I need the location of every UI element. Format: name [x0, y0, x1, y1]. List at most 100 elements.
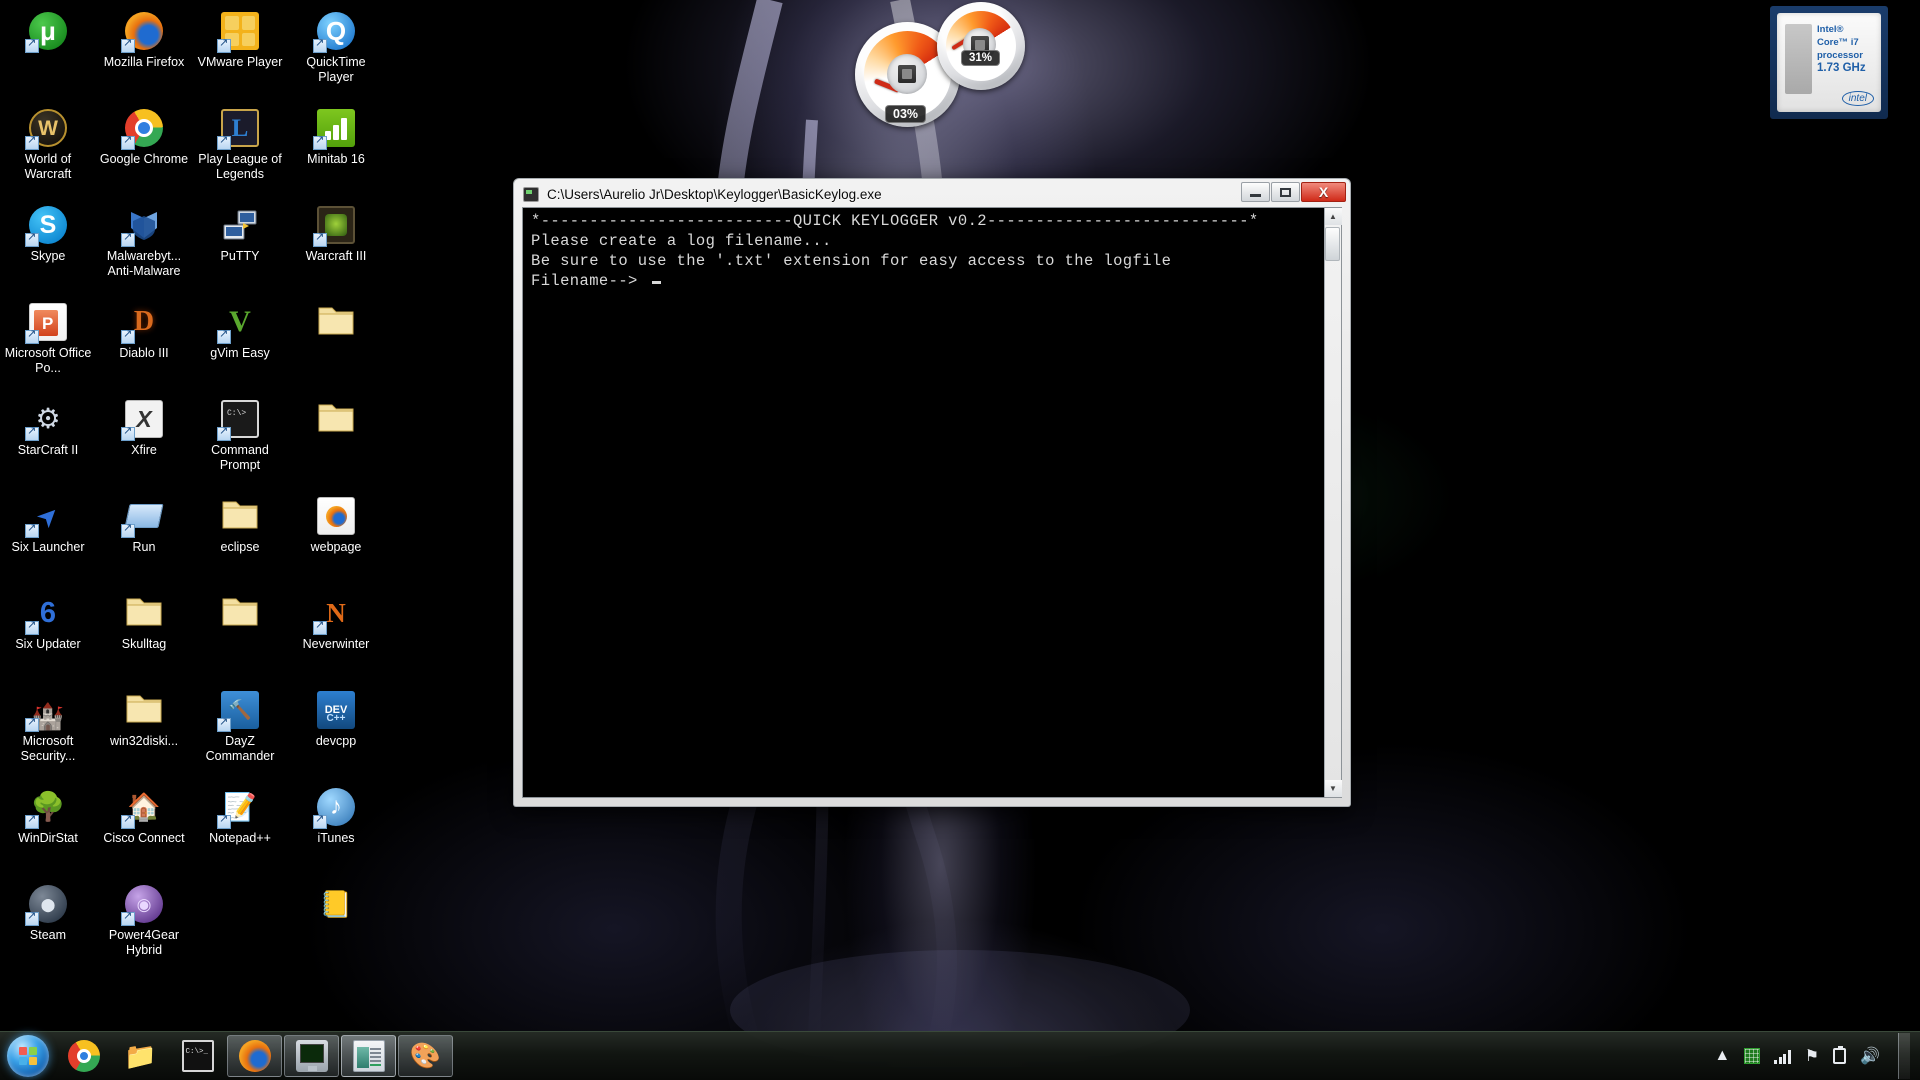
desktop-background[interactable]: Mozilla Firefox VMware Player QuickTime Pl… — [0, 0, 1920, 1080]
desktop-icon[interactable]: StarCraft II — [0, 392, 96, 489]
shortcut-overlay-icon — [121, 231, 135, 247]
taskbar-firefox[interactable] — [227, 1035, 282, 1077]
close-button[interactable]: X — [1301, 182, 1346, 202]
six-updater-icon — [25, 592, 69, 635]
desktop-icon[interactable]: PuTTY — [192, 198, 288, 295]
desktop-icon[interactable]: Skype — [0, 198, 96, 295]
system-tray[interactable]: ▲ ⚑ 🔊 — [1714, 1033, 1920, 1079]
desktop-icon[interactable]: Minitab 16 — [288, 101, 384, 198]
desktop-icon[interactable]: Xfire — [96, 392, 192, 489]
desktop-icon[interactable] — [288, 295, 384, 392]
desktop-icon-label: Run — [132, 540, 156, 554]
show-desktop-button[interactable] — [1898, 1033, 1910, 1079]
desktop-icon[interactable]: Six Launcher — [0, 489, 96, 586]
desktop-icon[interactable]: devcpp — [288, 683, 384, 780]
taskbar-command-prompt[interactable] — [170, 1035, 225, 1077]
desktop-icon[interactable]: Microsoft Office Po... — [0, 295, 96, 392]
desktop-icon[interactable]: Malwarebyt... Anti-Malware — [96, 198, 192, 295]
memory-meter-gauge[interactable]: 31% — [937, 2, 1025, 90]
microsoft-security-essentials-icon — [25, 689, 69, 732]
shortcut-overlay-icon — [217, 328, 231, 344]
shortcut-overlay-icon — [25, 134, 39, 150]
desktop-icon[interactable]: Command Prompt — [192, 392, 288, 489]
minimize-icon — [1250, 194, 1261, 197]
shortcut-overlay-icon — [121, 37, 135, 53]
desktop-icon-label: VMware Player — [197, 55, 283, 69]
desktop-icon-label: Diablo III — [119, 346, 169, 360]
desktop-icon[interactable]: iTunes — [288, 780, 384, 877]
desktop-icon[interactable]: Cisco Connect — [96, 780, 192, 877]
desktop-icon[interactable]: win32diski... — [96, 683, 192, 780]
console-body[interactable]: *--------------------------QUICK KEYLOGG… — [522, 207, 1342, 798]
desktop-icon[interactable]: World of Warcraft — [0, 101, 96, 198]
console-window-title: C:\Users\Aurelio Jr\Desktop\Keylogger\Ba… — [547, 186, 882, 202]
desktop-icon[interactable]: Steam — [0, 877, 96, 974]
taskbar-notepad-window[interactable] — [341, 1035, 396, 1077]
desktop-icon[interactable]: WinDirStat — [0, 780, 96, 877]
action-center-flag-icon[interactable]: ⚑ — [1805, 1046, 1819, 1066]
desktop-icon[interactable] — [0, 4, 96, 101]
desktop-icon-label: Cisco Connect — [103, 831, 185, 845]
desktop-icon[interactable]: Diablo III — [96, 295, 192, 392]
shortcut-overlay-icon — [313, 619, 327, 635]
desktop-icon[interactable]: Microsoft Security... — [0, 683, 96, 780]
folder-icon-art — [221, 594, 259, 632]
wireless-signal-icon[interactable] — [1774, 1049, 1791, 1064]
scrollbar-thumb[interactable] — [1325, 227, 1340, 261]
desktop-icon[interactable]: Mozilla Firefox — [96, 4, 192, 101]
show-hidden-icons-button[interactable]: ▲ — [1714, 1047, 1730, 1065]
taskbar-windows-explorer-icon — [125, 1040, 157, 1072]
network-activity-icon[interactable] — [1744, 1048, 1761, 1064]
minimize-button[interactable] — [1241, 182, 1270, 202]
maximize-button[interactable] — [1271, 182, 1300, 202]
memory-meter-value: 31% — [961, 50, 1001, 66]
resource-meter-gadget[interactable]: 03% 31% — [855, 2, 1055, 137]
console-caret — [652, 281, 662, 284]
taskbar-windows-explorer[interactable] — [113, 1035, 168, 1077]
putty-icon-art — [221, 206, 259, 244]
windows-logo-icon — [7, 1035, 49, 1077]
desktop-icon-label: Microsoft Office Po... — [4, 346, 92, 375]
intel-cpu-sticker-gadget[interactable]: Intel® Core™ i7 processor 1.73 GHz intel — [1770, 6, 1888, 119]
battery-charging-icon[interactable] — [1833, 1046, 1847, 1064]
taskbar-paint[interactable] — [398, 1035, 453, 1077]
desktop-icon-label: Minitab 16 — [307, 152, 365, 166]
taskbar-monitor-app[interactable] — [284, 1035, 339, 1077]
shortcut-overlay-icon — [313, 231, 327, 247]
volume-icon[interactable]: 🔊 — [1860, 1046, 1880, 1066]
scroll-down-button[interactable]: ▼ — [1324, 780, 1342, 797]
desktop-icon[interactable]: DayZ Commander — [192, 683, 288, 780]
desktop-icon[interactable] — [192, 586, 288, 683]
desktop-icon[interactable]: Power4Gear Hybrid — [96, 877, 192, 974]
google-chrome-icon — [121, 107, 165, 150]
taskbar-paint-icon — [410, 1040, 442, 1072]
desktop-icon[interactable]: Play League of Legends — [192, 101, 288, 198]
desktop-icon[interactable]: Neverwinter — [288, 586, 384, 683]
desktop-icon[interactable]: Six Updater — [0, 586, 96, 683]
desktop-icon[interactable]: gVim Easy — [192, 295, 288, 392]
devcpp-icon-art — [317, 691, 355, 729]
start-button[interactable] — [1, 1033, 55, 1079]
desktop-icon[interactable]: Google Chrome — [96, 101, 192, 198]
desktop-icon[interactable]: eclipse — [192, 489, 288, 586]
desktop-icon[interactable]: VMware Player — [192, 4, 288, 101]
console-titlebar[interactable]: C:\Users\Aurelio Jr\Desktop\Keylogger\Ba… — [517, 182, 1347, 206]
desktop-icon[interactable] — [288, 392, 384, 489]
desktop-icon[interactable]: Notepad++ — [192, 780, 288, 877]
scroll-up-button[interactable]: ▲ — [1324, 208, 1342, 225]
taskbar-chrome[interactable] — [56, 1035, 111, 1077]
desktop-icon[interactable]: QuickTime Player — [288, 4, 384, 101]
desktop-icon[interactable]: webpage — [288, 489, 384, 586]
taskbar[interactable]: ▲ ⚑ 🔊 — [0, 1031, 1920, 1080]
desktop-icon[interactable]: Run — [96, 489, 192, 586]
desktop-icon[interactable]: Warcraft III — [288, 198, 384, 295]
console-scrollbar[interactable]: ▲ ▼ — [1324, 208, 1342, 797]
console-window[interactable]: C:\Users\Aurelio Jr\Desktop\Keylogger\Ba… — [513, 178, 1351, 807]
folder-icon-art — [317, 303, 355, 341]
windirstat-icon — [25, 786, 69, 829]
desktop-icon[interactable] — [192, 877, 288, 974]
desktop-icon[interactable] — [288, 877, 384, 974]
console-output[interactable]: *--------------------------QUICK KEYLOGG… — [523, 208, 1324, 797]
desktop-icon-label: WinDirStat — [18, 831, 78, 845]
desktop-icon[interactable]: Skulltag — [96, 586, 192, 683]
